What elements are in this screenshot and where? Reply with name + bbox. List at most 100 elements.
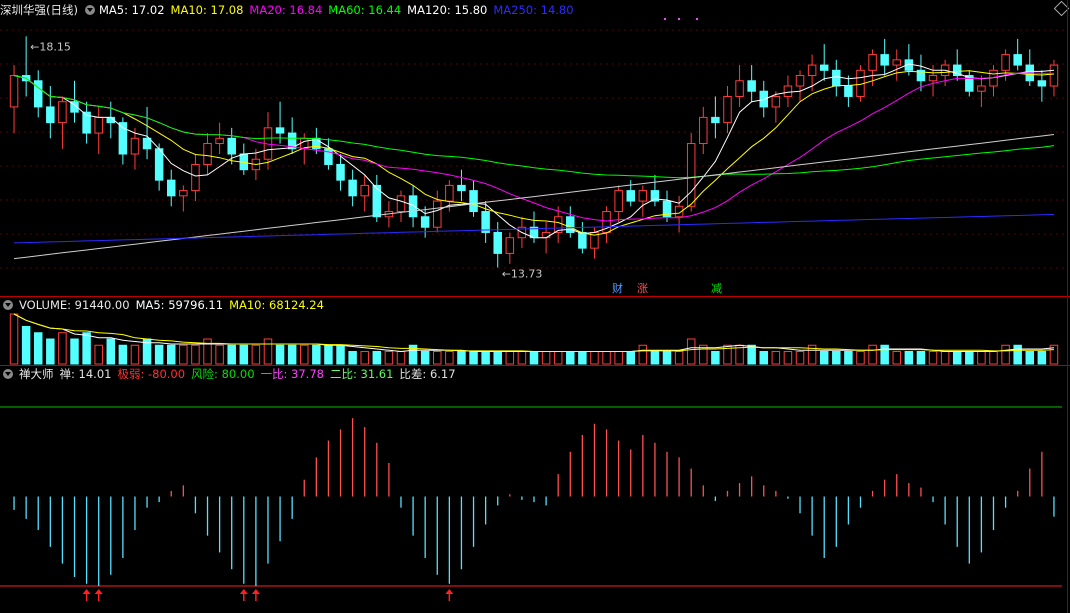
volume-bar bbox=[904, 351, 914, 365]
volume-bar bbox=[33, 332, 43, 365]
volume-bar bbox=[82, 332, 91, 365]
volume-bar bbox=[759, 351, 768, 365]
volume-bar bbox=[989, 351, 998, 365]
volume-bar bbox=[348, 351, 357, 365]
candle-body bbox=[505, 237, 515, 254]
dropdown-circle-icon[interactable] bbox=[3, 369, 13, 379]
candle-body bbox=[735, 80, 744, 97]
indicator-chan: 禅: 14.01 bbox=[59, 367, 112, 381]
candle-body bbox=[868, 54, 877, 71]
volume-bar bbox=[940, 351, 950, 365]
marker-dot bbox=[678, 18, 680, 20]
candle-body bbox=[723, 95, 732, 124]
volume-bar bbox=[614, 351, 623, 365]
volume-bar bbox=[215, 344, 224, 365]
candle-body bbox=[541, 231, 551, 239]
volume-bar bbox=[650, 351, 660, 365]
indicator-erbi: 二比: 31.61 bbox=[329, 367, 394, 381]
indicator-name: 禅大师 bbox=[19, 367, 54, 381]
volume-bar bbox=[602, 351, 611, 365]
volume-bar bbox=[469, 351, 478, 365]
volume-bar bbox=[517, 351, 527, 365]
right-edge-line bbox=[1067, 0, 1068, 613]
volume-bar bbox=[795, 351, 805, 365]
volume-bar bbox=[1013, 344, 1022, 365]
volume-bar bbox=[868, 344, 877, 365]
volume-bar bbox=[324, 344, 333, 365]
volume-bar bbox=[130, 344, 140, 365]
volume-bar bbox=[46, 338, 55, 365]
volume-bar bbox=[711, 351, 720, 365]
volume-bar bbox=[154, 344, 164, 365]
volume-bar bbox=[336, 344, 345, 365]
volume-bar bbox=[892, 351, 902, 365]
candle-body bbox=[166, 179, 176, 197]
candle-body bbox=[154, 148, 164, 181]
candle-body bbox=[844, 85, 853, 97]
candle-body bbox=[747, 80, 756, 92]
indicator-header: 禅大师 禅: 14.01 极弱: -80.00 风险: 80.00 一比: 37.78 二… bbox=[0, 366, 462, 382]
volume-bar bbox=[965, 351, 974, 365]
marker-dot bbox=[696, 18, 698, 20]
volume-bar bbox=[58, 332, 67, 365]
volume-bar bbox=[481, 351, 490, 365]
volume-bar bbox=[1037, 351, 1047, 365]
candle-body bbox=[880, 54, 889, 66]
volume-bar bbox=[578, 351, 587, 365]
volume-bar bbox=[590, 351, 599, 365]
volume-bar bbox=[372, 351, 382, 365]
volume-bar bbox=[360, 351, 369, 365]
candle-body bbox=[626, 190, 635, 202]
candle-body bbox=[481, 211, 490, 233]
volume-bar bbox=[21, 326, 31, 365]
high-price-label: ←18.15 bbox=[30, 40, 71, 53]
volume-bar bbox=[239, 344, 249, 365]
event-tag: 财 bbox=[612, 281, 623, 295]
volume-bar bbox=[263, 338, 273, 365]
volume-bar bbox=[856, 351, 865, 365]
volume-bar bbox=[300, 344, 309, 365]
volume-bar bbox=[70, 338, 79, 365]
candle-body bbox=[9, 75, 19, 108]
volume-bar bbox=[445, 351, 454, 365]
volume-bar bbox=[287, 344, 297, 365]
candle-body bbox=[396, 195, 406, 213]
candle-body bbox=[686, 143, 696, 207]
volume-bar bbox=[952, 351, 962, 365]
event-tag: 涨 bbox=[637, 282, 648, 295]
candle-body bbox=[130, 137, 140, 155]
candle-body bbox=[360, 184, 369, 197]
volume-bar bbox=[227, 344, 236, 365]
volume-bar bbox=[1001, 344, 1010, 365]
candle-body bbox=[638, 190, 648, 202]
low-price-label: ←13.73 bbox=[502, 268, 543, 281]
candle-body bbox=[783, 85, 793, 97]
volume-bar bbox=[674, 351, 684, 365]
ma20-line bbox=[13, 72, 1054, 222]
candle-body bbox=[58, 101, 67, 124]
volume-bar bbox=[179, 344, 188, 365]
volume-bar bbox=[844, 351, 853, 365]
indicator-yibi: 一比: 37.78 bbox=[260, 367, 324, 381]
volume-bar bbox=[771, 351, 781, 365]
candle-body bbox=[433, 200, 442, 228]
candle-body bbox=[1037, 80, 1047, 87]
volume-bar bbox=[94, 344, 103, 365]
volume-bar bbox=[747, 344, 756, 365]
candle-body bbox=[142, 137, 152, 150]
volume-bar bbox=[420, 351, 430, 365]
indicator-bicha: 比差: 6.17 bbox=[399, 367, 456, 381]
indicator-chart bbox=[0, 406, 1062, 601]
volume-bar bbox=[529, 351, 539, 365]
indicator-fengxian: 风险: 80.00 bbox=[191, 367, 255, 381]
volume-bar bbox=[384, 351, 394, 365]
candle-body bbox=[420, 216, 430, 228]
candle-body bbox=[699, 116, 708, 145]
volume-bar bbox=[166, 344, 176, 365]
candle-body bbox=[578, 231, 587, 249]
candle-body bbox=[1001, 54, 1010, 71]
candle-body bbox=[892, 59, 902, 66]
candle-body bbox=[191, 163, 200, 192]
price-chart: ←18.15 ←13.73 财 涨 减 bbox=[0, 18, 1066, 295]
candle-body bbox=[771, 95, 781, 108]
